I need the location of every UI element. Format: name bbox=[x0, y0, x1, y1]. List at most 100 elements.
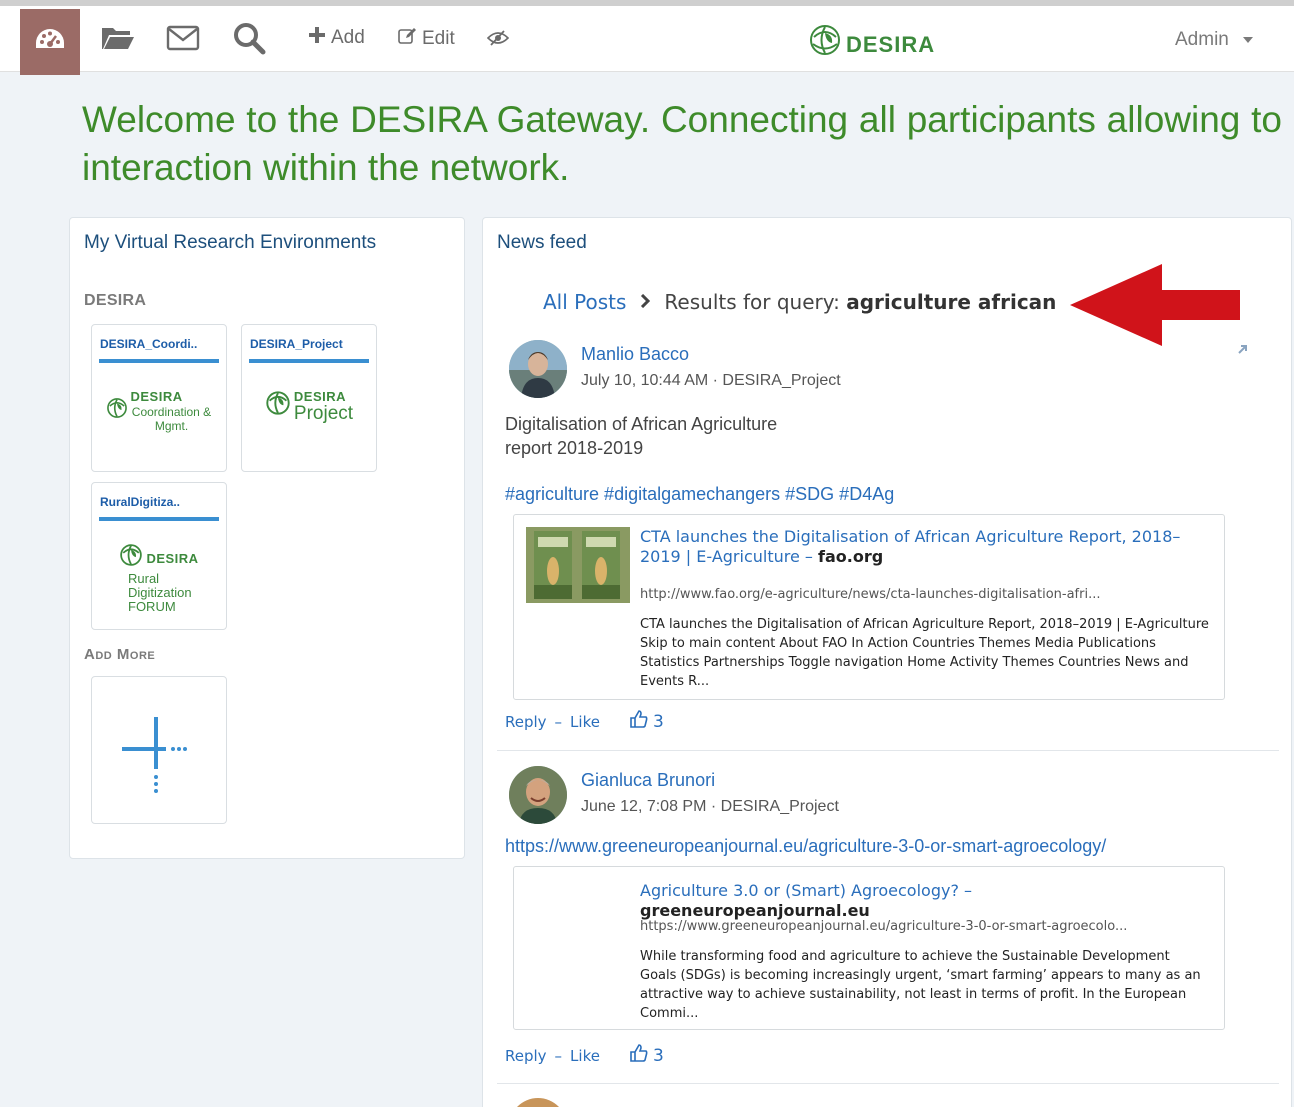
preview-url: https://www.greeneuropeanjournal.eu/agri… bbox=[640, 919, 1128, 934]
link-preview[interactable]: CTA launches the Digitalisation of Afric… bbox=[513, 514, 1225, 700]
edit-label: Edit bbox=[422, 28, 455, 49]
vre-card-name: DESIRA_Coordi.. bbox=[100, 337, 198, 351]
dashboard-button[interactable] bbox=[20, 9, 80, 75]
preview-site: greeneuropeanjournal.eu bbox=[640, 901, 870, 920]
post-item: Manlio Bacco July 10, 10:44 AM · DESIRA_… bbox=[505, 340, 1275, 750]
news-feed-title: News feed bbox=[497, 232, 587, 253]
avatar[interactable] bbox=[509, 1098, 567, 1107]
caret-down-icon bbox=[1242, 37, 1253, 43]
folder-button[interactable] bbox=[100, 20, 136, 60]
add-more-label: Add More bbox=[84, 646, 156, 663]
vre-card-name: DESIRA_Project bbox=[250, 337, 343, 351]
post-item: Gianluca Brunori June 12, 7:08 PM · DESI… bbox=[505, 766, 1275, 1096]
search-button[interactable] bbox=[232, 20, 266, 60]
post-meta: June 12, 7:08 PM · DESIRA_Project bbox=[581, 798, 839, 815]
query-label: Results for query: bbox=[664, 290, 840, 314]
vre-card-name: RuralDigitiza.. bbox=[100, 495, 181, 509]
action-separator: – bbox=[554, 1046, 563, 1065]
vre-card-bar bbox=[99, 517, 219, 521]
post-actions: Reply – Like 3 bbox=[505, 1044, 664, 1067]
user-name: Admin bbox=[1175, 29, 1229, 50]
post-body-line: report 2018-2019 bbox=[505, 438, 644, 458]
action-separator: – bbox=[554, 712, 563, 731]
like-link[interactable]: Like bbox=[570, 1047, 600, 1065]
vre-panel: My Virtual Research Environments DESIRA … bbox=[69, 217, 465, 859]
like-count[interactable]: 3 bbox=[630, 1044, 664, 1067]
edit-button[interactable]: Edit bbox=[398, 27, 455, 51]
welcome-message: Welcome to the DESIRA Gateway. Connectin… bbox=[82, 99, 1282, 188]
post-divider bbox=[497, 1083, 1279, 1084]
desira-logo[interactable]: DESIRA bbox=[808, 22, 935, 62]
preview-description: CTA launches the Digitalisation of Afric… bbox=[640, 617, 1209, 689]
preview-description: While transforming food and agriculture … bbox=[640, 949, 1201, 1021]
plus-icon bbox=[309, 27, 325, 49]
vre-group-label: DESIRA bbox=[84, 292, 147, 309]
add-vre-button[interactable] bbox=[91, 676, 227, 824]
preview-title-block[interactable]: CTA launches the Digitalisation of Afric… bbox=[640, 527, 1200, 567]
search-icon bbox=[232, 21, 266, 60]
reply-link[interactable]: Reply bbox=[505, 1047, 547, 1065]
hide-icon bbox=[486, 29, 510, 51]
post-meta: July 10, 10:44 AM · DESIRA_Project bbox=[581, 372, 841, 389]
logo-text: DESIRA bbox=[846, 24, 936, 59]
vre-logo-sub: Project bbox=[293, 403, 354, 424]
arrow-left-icon bbox=[1070, 264, 1242, 351]
mail-icon bbox=[166, 25, 200, 56]
like-link[interactable]: Like bbox=[570, 713, 600, 731]
add-more-icon bbox=[118, 713, 202, 802]
vre-card-rural-digitization[interactable]: RuralDigitiza.. DESIRA Rural Digitizatio… bbox=[91, 482, 227, 630]
vre-card-logo: DESIRA Coordination & Mgmt. bbox=[92, 385, 226, 433]
post-body-line: Digitalisation of African Agriculture bbox=[505, 414, 778, 434]
top-navbar: Add Edit desira Admin bbox=[0, 0, 1294, 75]
toggle-visibility-button[interactable] bbox=[486, 20, 510, 60]
add-button[interactable]: Add bbox=[309, 27, 365, 49]
link-preview[interactable]: Agriculture 3.0 or (Smart) Agroecology? … bbox=[513, 866, 1225, 1030]
reply-link[interactable]: Reply bbox=[505, 713, 547, 731]
messages-button[interactable] bbox=[166, 20, 200, 60]
globe-leaf-icon bbox=[106, 397, 128, 424]
vre-card-logo: DESIRA Project bbox=[242, 386, 376, 424]
page: Add Edit desira Admin Welcome to the DES… bbox=[0, 0, 1294, 1107]
thumbs-up-icon bbox=[630, 1044, 648, 1067]
preview-thumbnail bbox=[526, 527, 630, 603]
like-count-value: 3 bbox=[652, 1045, 664, 1066]
preview-site: fao.org bbox=[818, 547, 884, 566]
avatar[interactable] bbox=[509, 340, 567, 398]
post-link[interactable]: https://www.greeneuropeanjournal.eu/agri… bbox=[505, 836, 1106, 857]
query-text: agriculture african bbox=[846, 290, 1057, 314]
folder-icon bbox=[101, 25, 135, 56]
dashboard-icon bbox=[33, 26, 67, 59]
vre-card-bar bbox=[249, 359, 369, 363]
breadcrumb: All Posts Results for query: agriculture… bbox=[543, 290, 1056, 314]
vre-panel-title: My Virtual Research Environments bbox=[84, 232, 377, 253]
vre-logo-sub: Coordination & Mgmt. bbox=[131, 405, 212, 433]
avatar[interactable] bbox=[509, 766, 567, 824]
globe-leaf-icon bbox=[265, 390, 291, 421]
edit-icon bbox=[398, 27, 416, 51]
vre-card-project[interactable]: DESIRA_Project DESIRA Project bbox=[241, 324, 377, 472]
globe-leaf-icon bbox=[808, 23, 842, 62]
vre-card-coordination[interactable]: DESIRA_Coordi.. DESIRA Coordinatio bbox=[91, 324, 227, 472]
vre-card-logo: DESIRA Rural Digitization FORUM bbox=[92, 543, 226, 614]
user-menu[interactable]: Admin bbox=[1175, 29, 1253, 51]
globe-leaf-icon bbox=[119, 543, 143, 572]
post-author[interactable]: Gianluca Brunori bbox=[581, 770, 715, 791]
like-count-value: 3 bbox=[652, 711, 664, 732]
add-label: Add bbox=[331, 27, 365, 48]
post-divider bbox=[497, 750, 1279, 751]
vre-logo-word: DESIRA bbox=[146, 546, 199, 568]
preview-title: Agriculture 3.0 or (Smart) Agroecology? bbox=[640, 881, 959, 900]
thumbs-up-icon bbox=[630, 710, 648, 733]
chevron-right-icon bbox=[640, 292, 651, 313]
preview-url: http://www.fao.org/e-agriculture/news/ct… bbox=[640, 587, 1101, 602]
all-posts-link[interactable]: All Posts bbox=[543, 290, 626, 314]
vre-card-bar bbox=[99, 359, 219, 363]
preview-title-block[interactable]: Agriculture 3.0 or (Smart) Agroecology? … bbox=[640, 881, 1200, 921]
like-count[interactable]: 3 bbox=[630, 710, 664, 733]
post-author[interactable]: Manlio Bacco bbox=[581, 344, 689, 365]
vre-logo-sub: Rural Digitization FORUM bbox=[128, 571, 192, 614]
vre-logo-word: DESIRA bbox=[130, 385, 183, 406]
preview-title: CTA launches the Digitalisation of Afric… bbox=[640, 527, 1181, 566]
post-hashtags[interactable]: #agriculture #digitalgamechangers #SDG #… bbox=[505, 484, 894, 505]
post-actions: Reply – Like 3 bbox=[505, 710, 664, 733]
